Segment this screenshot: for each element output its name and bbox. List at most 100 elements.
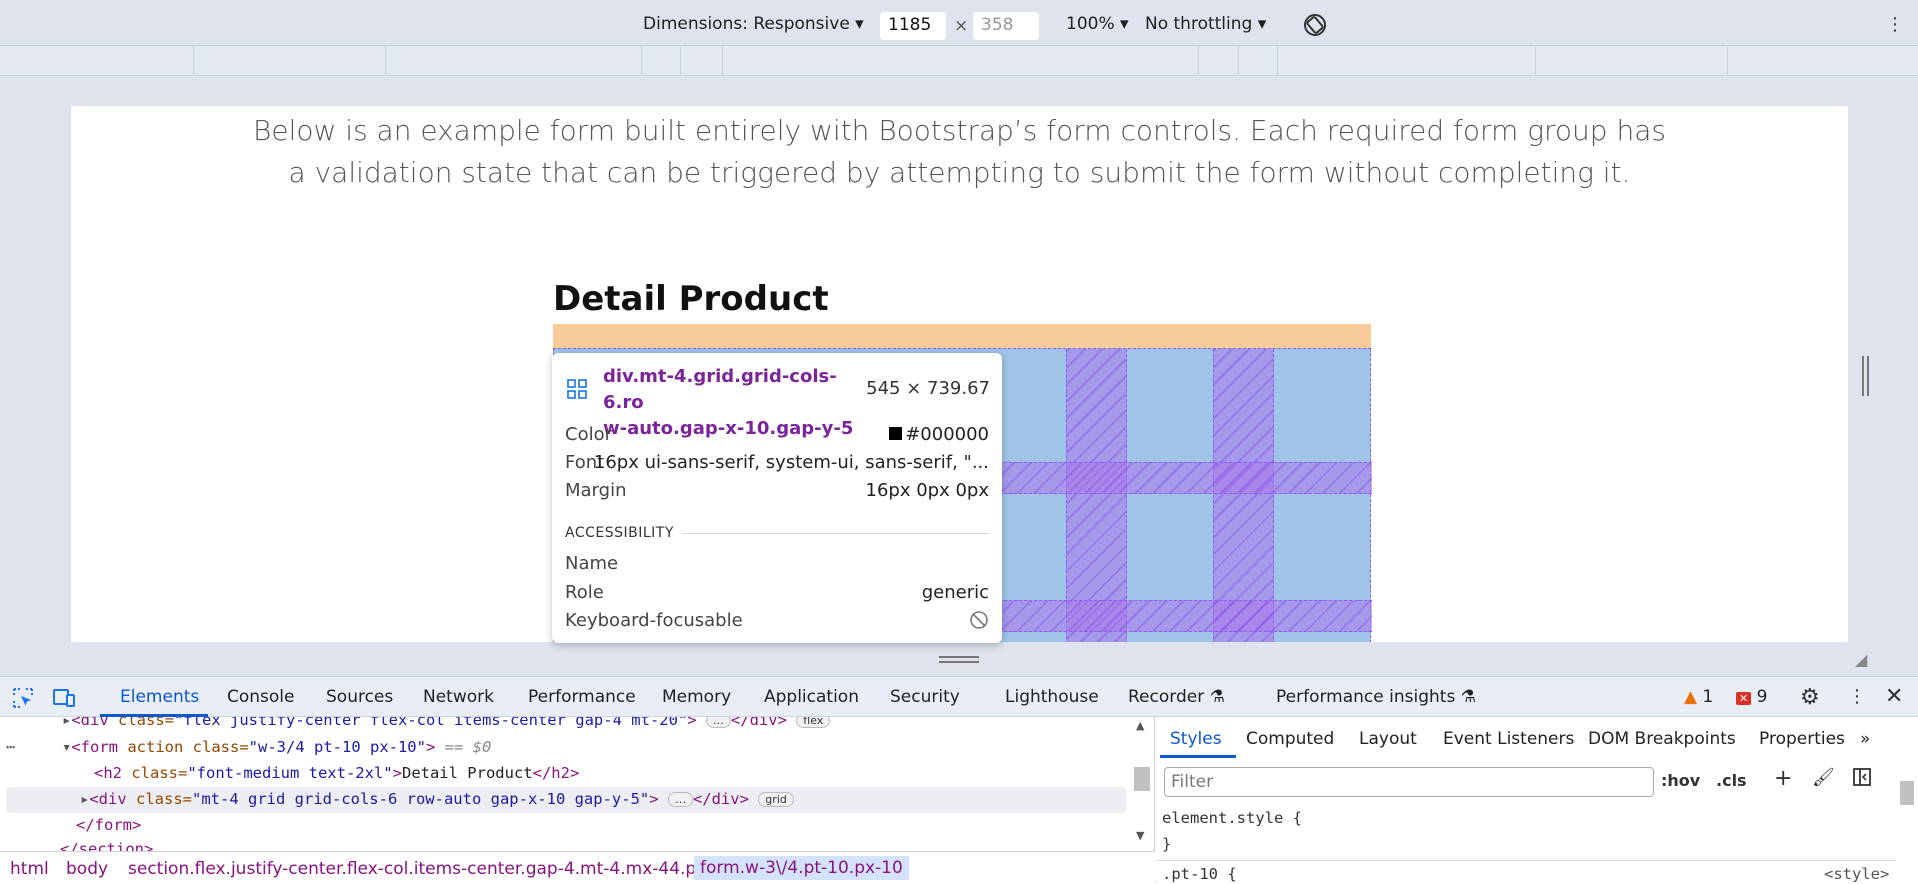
scroll-down-icon[interactable]: ▼ (1136, 829, 1144, 842)
width-input[interactable]: 1185 (880, 12, 946, 40)
tag: </div> (692, 790, 749, 808)
tab-security[interactable]: Security (890, 687, 960, 707)
attr: action (118, 738, 184, 756)
dom-line-grid-div[interactable]: ▸<div class="mt-4 grid grid-cols-6 row-a… (80, 790, 794, 808)
selector-line-2: w-auto.gap-x-10.gap-y-5 (603, 418, 854, 439)
tag: <div (71, 717, 109, 729)
ellipsis-badge[interactable]: … (667, 792, 693, 807)
dom-line-h2[interactable]: <h2 class="font-medium text-2xl">Detail … (94, 764, 579, 782)
tooltip-selector: div.mt-4.grid.grid-cols-6.ro w-auto.gap-… (603, 364, 873, 442)
role-label: Role (565, 582, 604, 603)
media-query-ruler (0, 46, 1918, 76)
style-source-link[interactable]: <style> (1824, 865, 1889, 883)
breadcrumb-section[interactable]: section.flex.justify-center.flex-col.ite… (128, 859, 723, 879)
breadcrumb-body[interactable]: body (66, 859, 108, 879)
lead-paragraph: Below is an example form built entirely … (71, 110, 1848, 194)
row-actions-icon[interactable]: ⋯ (6, 738, 15, 756)
tag: > (687, 717, 706, 729)
times-icon: × (954, 16, 969, 36)
elements-tree: ▸<div class="flex justify-center flex-co… (0, 717, 1155, 851)
pt10-rule[interactable]: .pt-10 { (1162, 865, 1237, 883)
styles-scrollbar[interactable] (1900, 781, 1914, 805)
warning-icon: ▲ (1684, 687, 1698, 707)
errors-count: 9 (1756, 687, 1768, 707)
styles-tab-indicator (1160, 755, 1236, 758)
attr: class= (122, 764, 188, 782)
tab-styles[interactable]: Styles (1170, 729, 1222, 749)
corner-resize-icon[interactable]: ◢ (1855, 650, 1867, 669)
divider (1156, 860, 1896, 861)
lead-line-1: Below is an example form built entirely … (253, 114, 1666, 147)
warnings-counter[interactable]: ▲ 1 (1684, 687, 1713, 707)
styles-pane: Styles Computed Layout Event Listeners D… (1156, 717, 1918, 884)
zoom-dropdown[interactable]: 100% ▾ (1066, 14, 1129, 34)
cls-toggle[interactable]: .cls (1716, 771, 1747, 790)
elements-scrollbar[interactable] (1134, 767, 1150, 791)
tab-event-listeners[interactable]: Event Listeners (1443, 729, 1574, 749)
resize-handle-right[interactable] (1862, 356, 1870, 396)
not-focusable-icon (969, 610, 989, 635)
tab-memory[interactable]: Memory (662, 687, 731, 707)
dom-line-form[interactable]: ▾<form action class="w-3/4 pt-10 px-10">… (62, 738, 491, 756)
tab-computed[interactable]: Computed (1246, 729, 1334, 749)
tab-application[interactable]: Application (764, 687, 859, 707)
color-hex: #000000 (905, 424, 989, 445)
tab-sources[interactable]: Sources (326, 687, 393, 707)
perf-insights-label: Performance insights (1276, 687, 1456, 707)
tab-console[interactable]: Console (227, 687, 295, 707)
errors-counter[interactable]: ✕ 9 (1736, 687, 1767, 707)
divider (682, 533, 989, 534)
flex-badge[interactable]: flex (796, 717, 831, 728)
breadcrumb-form[interactable]: form.w-3\/4.pt-10.px-10 (694, 856, 909, 880)
close-icon[interactable]: ✕ (1885, 684, 1903, 709)
add-rule-icon[interactable]: + (1774, 766, 1792, 791)
tab-elements[interactable]: Elements (120, 687, 199, 707)
more-tabs-icon[interactable]: » (1860, 729, 1870, 749)
throttling-dropdown[interactable]: No throttling ▾ (1145, 14, 1266, 34)
grid-badge[interactable]: grid (758, 792, 794, 807)
tag: > (392, 764, 402, 782)
toggle-sidebar-icon[interactable] (1852, 767, 1872, 791)
devtools-more-icon[interactable]: ⋮ (1848, 686, 1866, 707)
tab-properties[interactable]: Properties (1759, 729, 1845, 749)
tab-performance-insights[interactable]: Performance insights ⚗ (1276, 687, 1476, 707)
tab-network[interactable]: Network (423, 687, 494, 707)
dimensions-label: Dimensions: Responsive (643, 14, 850, 34)
hov-toggle[interactable]: :hov (1661, 771, 1700, 790)
dom-line-section-close[interactable]: </section> (60, 840, 153, 851)
inspect-tooltip: div.mt-4.grid.grid-cols-6.ro w-auto.gap-… (552, 353, 1002, 643)
flask-icon: ⚗ (1209, 687, 1225, 707)
more-options-icon[interactable]: ⋮ (1886, 14, 1904, 35)
resize-handle-bottom[interactable] (939, 656, 979, 664)
dimensions-dropdown[interactable]: Dimensions: Responsive ▾ (643, 14, 864, 34)
tab-lighthouse[interactable]: Lighthouse (1005, 687, 1099, 707)
devtools-tabbar: Elements Console Sources Network Perform… (0, 677, 1918, 717)
tag: > (425, 738, 436, 756)
tab-dom-breakpoints[interactable]: DOM Breakpoints (1588, 729, 1736, 749)
rotate-icon[interactable] (1302, 12, 1328, 42)
tab-layout[interactable]: Layout (1359, 729, 1417, 749)
scroll-up-icon[interactable]: ▲ (1136, 719, 1144, 732)
tab-recorder[interactable]: Recorder ⚗ (1128, 687, 1225, 707)
element-style-rule[interactable]: element.style { (1162, 809, 1302, 827)
breadcrumb-html[interactable]: html (10, 859, 49, 879)
breadcrumb: html body section.flex.justify-center.fl… (0, 851, 1155, 884)
settings-gear-icon[interactable]: ⚙ (1800, 685, 1820, 710)
ellipsis-badge[interactable]: … (705, 717, 731, 728)
tooltip-size: 545 × 739.67 (866, 378, 990, 399)
attr: class= (108, 717, 174, 729)
styles-filter-input[interactable]: Filter (1164, 767, 1654, 797)
dom-line-form-close[interactable]: </form> (76, 816, 141, 834)
inspect-element-icon[interactable] (12, 687, 34, 713)
height-input[interactable]: 358 (973, 12, 1039, 40)
val: "font-medium text-2xl" (187, 764, 393, 782)
lead-line-2: a validation state that can be triggered… (288, 156, 1631, 189)
tab-performance[interactable]: Performance (528, 687, 636, 707)
grid-icon (567, 379, 587, 399)
device-toggle-icon[interactable] (52, 687, 76, 713)
flask-icon: ⚗ (1460, 687, 1476, 707)
column-gap-overlay (1213, 349, 1274, 642)
tag: </div> (730, 717, 787, 729)
dom-line-div-flex[interactable]: ▸<div class="flex justify-center flex-co… (62, 717, 831, 729)
paint-roller-icon[interactable]: 🖌 (1812, 767, 1835, 788)
